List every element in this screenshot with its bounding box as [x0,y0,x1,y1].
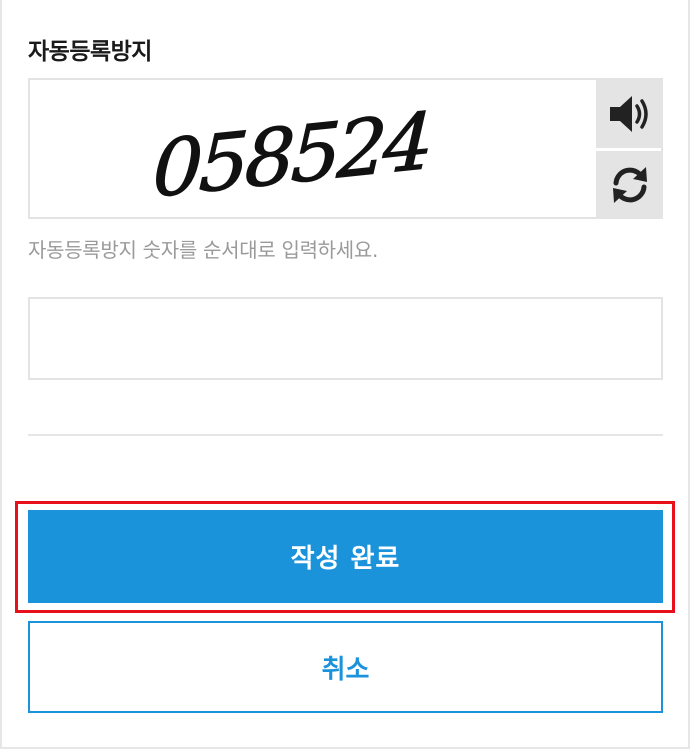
refresh-icon [612,167,647,203]
captcha-image: 058524 [30,80,595,217]
cancel-button[interactable]: 취소 [28,621,663,713]
captcha-box: 058524 [28,78,663,219]
submit-button[interactable]: 작성 완료 [28,510,663,603]
captcha-distorted-text: 058524 [150,96,431,209]
captcha-text: 058524 [151,96,430,208]
captcha-refresh-button[interactable] [596,151,663,219]
captcha-hint: 자동등록방지 숫자를 순서대로 입력하세요. [28,238,379,262]
divider [28,434,663,436]
captcha-audio-button[interactable] [596,80,663,148]
captcha-title: 자동등록방지 [28,39,152,65]
captcha-answer-input[interactable] [28,297,663,380]
speaker-icon [609,96,648,132]
